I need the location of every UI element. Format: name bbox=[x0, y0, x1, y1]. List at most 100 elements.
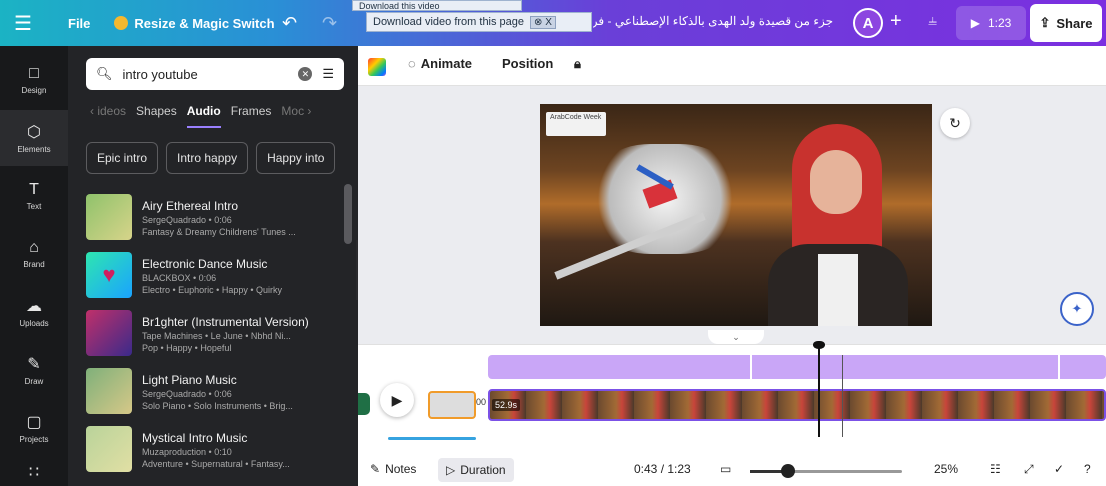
page-scrubber[interactable] bbox=[388, 437, 476, 440]
fullscreen-icon[interactable]: ⤢ bbox=[1024, 462, 1034, 477]
list-item[interactable]: Light Piano Music SergeQuadrado • 0:06 S… bbox=[86, 368, 326, 416]
lock-icon[interactable]: 🔒︎ bbox=[574, 56, 581, 72]
tab-mockups[interactable]: Moc › bbox=[281, 104, 311, 128]
refresh-icon[interactable]: ↻ bbox=[940, 108, 970, 138]
rail-item-brand[interactable]: ⌂ Brand bbox=[0, 226, 68, 282]
duration-icon: ▷ bbox=[446, 463, 456, 477]
audio-title: Mystical Intro Music bbox=[142, 431, 248, 445]
play-time: 1:23 bbox=[987, 16, 1012, 30]
resize-button[interactable]: Resize & Magic Switch bbox=[114, 16, 275, 31]
timeline-play-button[interactable]: ▶ bbox=[380, 383, 414, 417]
video-clip-track[interactable]: 52.9s bbox=[488, 389, 1106, 421]
zoom-slider[interactable] bbox=[750, 464, 902, 478]
rail-label: Projects bbox=[19, 435, 49, 444]
grid-view-icon[interactable]: ☷ bbox=[990, 462, 1001, 476]
panel-scrollbar[interactable] bbox=[344, 184, 352, 244]
intro-clip[interactable] bbox=[428, 391, 476, 419]
audio-title: Br1ghter (Instrumental Version) bbox=[142, 315, 309, 329]
filter-icon[interactable]: ☰ bbox=[322, 66, 334, 82]
share-button[interactable]: ⇪ Share bbox=[1030, 4, 1102, 42]
audio-artist: SergeQuadrado • 0:06 bbox=[142, 389, 232, 399]
list-item[interactable]: Mystical Intro Music Muzaproduction • 0:… bbox=[86, 426, 326, 474]
rail-item-draw[interactable]: ✎ Draw bbox=[0, 342, 68, 398]
brand-icon: ⌂ bbox=[29, 239, 39, 256]
arabcode-badge: ArabCode Week bbox=[546, 112, 606, 136]
undo-icon[interactable]: ↶ bbox=[282, 13, 297, 34]
side-rail: □ Design ⬡ Elements T Text ⌂ Brand ☁ Upl… bbox=[0, 46, 68, 486]
plus-icon[interactable]: + bbox=[890, 10, 902, 33]
tab-videos[interactable]: ‹ ideos bbox=[90, 104, 126, 128]
audio-thumbnail bbox=[86, 368, 132, 414]
top-bar: ☰ File Resize & Magic Switch ↶ ↷ Downloa… bbox=[0, 0, 1106, 46]
clear-search-icon[interactable]: ✕ bbox=[298, 67, 313, 81]
audio-thumbnail bbox=[86, 310, 132, 356]
analytics-icon[interactable]: ⫨ bbox=[928, 12, 937, 30]
help-icon[interactable]: ? bbox=[1084, 462, 1091, 476]
rail-item-projects[interactable]: ▢ Projects bbox=[0, 400, 68, 456]
document-title[interactable]: جزء من قصيدة ولد الهدى بالذكاء الإصطناعي… bbox=[593, 14, 833, 28]
avatar[interactable]: A bbox=[853, 8, 883, 38]
tab-frames[interactable]: Frames bbox=[231, 104, 272, 128]
video-preview[interactable]: ArabCode Week bbox=[540, 104, 932, 326]
audio-title: Electronic Dance Music bbox=[142, 257, 268, 271]
color-swatch[interactable] bbox=[368, 58, 386, 76]
menu-icon[interactable]: ☰ bbox=[0, 0, 46, 46]
file-menu[interactable]: File bbox=[68, 16, 90, 31]
rail-label: Brand bbox=[23, 260, 45, 269]
tab-shapes[interactable]: Shapes bbox=[136, 104, 177, 128]
animate-icon: ◌ bbox=[408, 56, 416, 71]
animate-button[interactable]: ◌ Animate bbox=[408, 56, 472, 71]
list-item[interactable]: ♥ Electronic Dance Music BLACKBOX • 0:06… bbox=[86, 252, 326, 300]
rail-item-design[interactable]: □ Design bbox=[0, 52, 68, 108]
audio-tags: Pop • Happy • Hopeful bbox=[142, 343, 232, 353]
display-icon[interactable]: ▭ bbox=[720, 462, 731, 476]
rail-item-elements[interactable]: ⬡ Elements bbox=[0, 110, 68, 166]
tab-audio[interactable]: Audio bbox=[186, 104, 221, 128]
download-overlay-small[interactable]: Download this video bbox=[352, 0, 522, 11]
audio-tags: Fantasy & Dreamy Childrens' Tunes ... bbox=[142, 227, 296, 237]
check-icon[interactable]: ✓ bbox=[1054, 462, 1064, 476]
chip-happy-into[interactable]: Happy into bbox=[256, 142, 336, 174]
list-item[interactable]: Br1ghter (Instrumental Version) Tape Mac… bbox=[86, 310, 326, 358]
download-small-label: Download this video bbox=[359, 0, 440, 11]
apps-grid-icon[interactable]: ∷ bbox=[0, 458, 68, 486]
chip-intro-happy[interactable]: Intro happy bbox=[166, 142, 249, 174]
category-tabs: ‹ ideos Shapes Audio Frames Moc › bbox=[90, 104, 340, 128]
chevron-down-icon[interactable]: ⌄ bbox=[708, 330, 764, 344]
redo-icon[interactable]: ↷ bbox=[322, 13, 337, 34]
rail-item-uploads[interactable]: ☁ Uploads bbox=[0, 284, 68, 340]
zoom-level: 25% bbox=[934, 462, 959, 476]
timeline-marker bbox=[842, 355, 843, 437]
editor-canvas: ◌ Animate Position 🔒︎ ArabCode Week ↻ ✦ … bbox=[358, 46, 1106, 486]
chip-epic-intro[interactable]: Epic intro bbox=[86, 142, 159, 174]
list-item[interactable]: Airy Ethereal Intro SergeQuadrado • 0:06… bbox=[86, 194, 326, 242]
elements-icon: ⬡ bbox=[27, 124, 41, 141]
clip-gap-label: 00 bbox=[476, 397, 487, 407]
notes-label: Notes bbox=[385, 462, 417, 476]
audio-artist: Muzaproduction • 0:10 bbox=[142, 447, 232, 457]
play-icon: ▶ bbox=[970, 16, 980, 30]
uploads-icon: ☁ bbox=[26, 298, 42, 315]
zoom-slider-knob[interactable] bbox=[781, 464, 795, 478]
playhead[interactable] bbox=[813, 341, 825, 437]
projects-icon: ▢ bbox=[26, 414, 42, 431]
duration-button[interactable]: ▷ Duration bbox=[438, 458, 514, 482]
rail-item-text[interactable]: T Text bbox=[0, 168, 68, 224]
search-input[interactable]: 🔍︎ intro youtube ✕ ☰ bbox=[86, 58, 344, 90]
audio-artist: BLACKBOX • 0:06 bbox=[142, 273, 217, 283]
download-close-button[interactable]: ⊗ X bbox=[530, 15, 556, 29]
audio-track[interactable] bbox=[488, 355, 1106, 379]
elements-panel: 🔍︎ intro youtube ✕ ☰ ‹ ideos Shapes Audi… bbox=[68, 46, 358, 486]
play-preview-button[interactable]: ▶ 1:23 bbox=[956, 6, 1026, 40]
download-overlay[interactable]: Download video from this page ⊗ X bbox=[366, 12, 592, 32]
presenter-figure bbox=[762, 124, 912, 326]
timeline-edge-handle[interactable] bbox=[358, 393, 370, 415]
crown-icon bbox=[114, 16, 129, 30]
design-icon: □ bbox=[29, 65, 39, 82]
share-label: Share bbox=[1056, 15, 1093, 31]
audio-thumbnail bbox=[86, 426, 132, 472]
position-button[interactable]: Position bbox=[502, 56, 553, 71]
magic-assistant-icon[interactable]: ✦ bbox=[1060, 292, 1094, 326]
notes-button[interactable]: ✎ Notes bbox=[370, 462, 416, 476]
audio-thumbnail bbox=[86, 194, 132, 240]
